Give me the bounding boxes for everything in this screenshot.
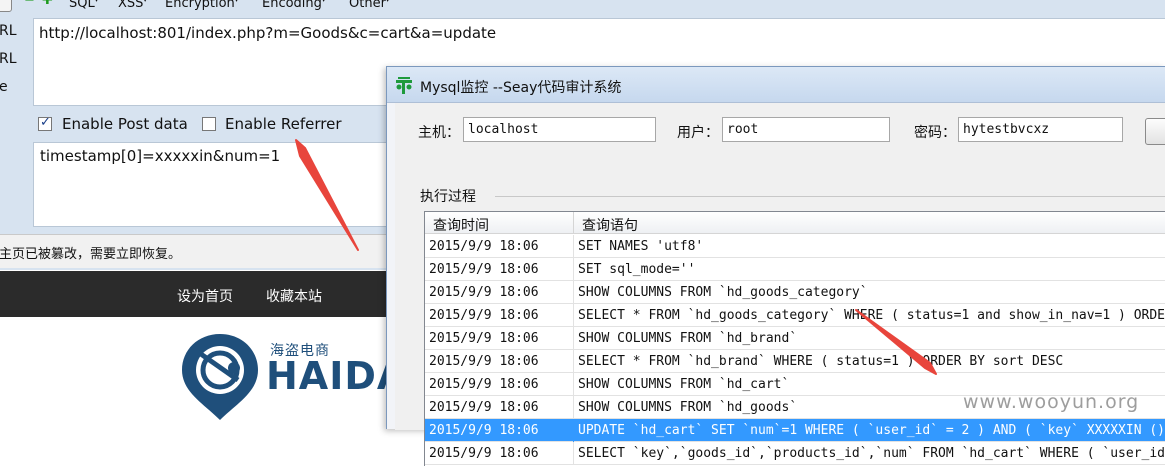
execution-group-label: 执行过程 [420, 189, 476, 205]
password-label: 密码： [914, 125, 956, 141]
table-row[interactable]: 2015/9/9 18:06 SET sql_mode='' [425, 258, 1165, 281]
table-row[interactable]: 2015/9/9 18:06 SET NAMES 'utf8' [425, 235, 1165, 258]
menu-encryption[interactable]: Encryption▾ [165, 0, 238, 12]
row-sql: SHOW COLUMNS FROM `hd_cart` [578, 377, 790, 392]
host-label: 主机： [418, 125, 460, 141]
row-time: 2015/9/9 18:06 [429, 377, 539, 392]
load-url-button[interactable] [0, 0, 12, 12]
row-time: 2015/9/9 18:06 [429, 400, 539, 415]
set-homepage-link[interactable]: 设为首页 [177, 286, 233, 306]
side-label-load-url[interactable]: RL [0, 23, 17, 39]
column-header-sql[interactable]: 查询语句 [582, 215, 638, 235]
row-sql: SET NAMES 'utf8' [578, 239, 704, 254]
column-divider[interactable] [573, 212, 574, 234]
post-data-input[interactable]: timestamp[0]=xxxxxin&num=1 [33, 142, 393, 227]
row-sql: SHOW COLUMNS FROM `hd_goods_category` [578, 285, 868, 300]
green-plus-icon[interactable]: ✚ [42, 0, 54, 8]
menu-xss[interactable]: XSS▾ [118, 0, 147, 12]
connect-button[interactable] [1145, 118, 1165, 145]
query-log-list[interactable]: 查询时间 查询语句 2015/9/9 18:06 SET NAMES 'utf8'… [424, 211, 1165, 466]
notice-bar: 主页已被篡改，需要立即恢复。 [0, 234, 390, 268]
row-time: 2015/9/9 18:06 [429, 423, 539, 438]
table-row[interactable]: 2015/9/9 18:06 SHOW COLUMNS FROM `hd_bran… [425, 327, 1165, 350]
table-row[interactable]: 2015/9/9 18:06 SELECT `key`,`goods_id`,`p… [425, 442, 1165, 465]
user-input[interactable]: root [722, 117, 890, 142]
row-sql: SELECT `key`,`goods_id`,`products_id`,`n… [578, 446, 1165, 461]
host-input[interactable]: localhost [463, 117, 656, 142]
query-log-header: 查询时间 查询语句 [425, 212, 1165, 234]
watermark: www.wooyun.org [963, 391, 1140, 413]
row-time: 2015/9/9 18:06 [429, 308, 539, 323]
menu-sql[interactable]: SQL▾ [69, 0, 98, 12]
enable-post-label[interactable]: Enable Post data [62, 115, 188, 133]
enable-post-checkbox[interactable] [38, 115, 52, 131]
pirate-logo-icon [182, 334, 258, 420]
row-sql: SELECT * FROM `hd_brand` WHERE ( status=… [578, 354, 1064, 369]
enable-referrer-label[interactable]: Enable Referrer [225, 115, 341, 133]
enable-referrer-checkbox[interactable] [202, 117, 216, 131]
menu-other[interactable]: Other▾ [349, 0, 389, 12]
table-row[interactable]: 2015/9/9 18:06 SHOW COLUMNS FROM `hd_good… [425, 281, 1165, 304]
table-row-selected[interactable]: 2015/9/9 18:06 UPDATE `hd_cart` SET `num`… [425, 419, 1165, 442]
side-label-execute[interactable]: e [0, 79, 8, 95]
password-input[interactable]: hytestbvcxz [958, 117, 1123, 142]
hackbar-toolbar: − ✚ SQL▾ XSS▾ Encryption▾ Encoding▾ Othe… [0, 0, 1165, 14]
site-nav-bar: 设为首页 收藏本站 [0, 271, 390, 317]
row-time: 2015/9/9 18:06 [429, 331, 539, 346]
notice-text: 主页已被篡改，需要立即恢复。 [0, 247, 182, 262]
window-client-area: 主机： localhost 用户： root 密码： hytestbvcxz 执… [395, 103, 1165, 466]
app-icon [396, 77, 412, 94]
table-row[interactable]: 2015/9/9 18:06 SELECT * FROM `hd_goods_ca… [425, 304, 1165, 327]
row-time: 2015/9/9 18:06 [429, 354, 539, 369]
user-label: 用户： [677, 125, 719, 141]
row-time: 2015/9/9 18:06 [429, 239, 539, 254]
window-titlebar[interactable]: Mysql监控 --Seay代码审计系统 [387, 67, 1165, 103]
table-row[interactable]: 2015/9/9 18:06 SELECT * FROM `hd_brand` W… [425, 350, 1165, 373]
row-time: 2015/9/9 18:06 [429, 262, 539, 277]
column-header-time[interactable]: 查询时间 [433, 215, 489, 235]
row-sql: SHOW COLUMNS FROM `hd_brand` [578, 331, 798, 346]
group-divider [495, 196, 1165, 197]
query-log-rows: 2015/9/9 18:06 SET NAMES 'utf8' 2015/9/9 … [425, 235, 1165, 465]
row-sql: UPDATE `hd_cart` SET `num`=1 WHERE ( `us… [578, 423, 1165, 438]
green-minus-icon[interactable]: − [24, 0, 36, 8]
row-time: 2015/9/9 18:06 [429, 446, 539, 461]
row-sql: SET sql_mode='' [578, 262, 696, 277]
side-label-split-url[interactable]: RL [0, 51, 17, 67]
row-time: 2015/9/9 18:06 [429, 285, 539, 300]
site-logo[interactable]: 海盗电商 HAIDA [180, 330, 406, 429]
mysql-monitor-window: Mysql监控 --Seay代码审计系统 主机： localhost 用户： r… [386, 66, 1165, 466]
menu-encoding[interactable]: Encoding▾ [262, 0, 325, 12]
row-sql: SELECT * FROM `hd_goods_category` WHERE … [578, 308, 1165, 323]
window-title: Mysql监控 --Seay代码审计系统 [420, 80, 622, 96]
bookmark-site-link[interactable]: 收藏本站 [266, 286, 322, 306]
